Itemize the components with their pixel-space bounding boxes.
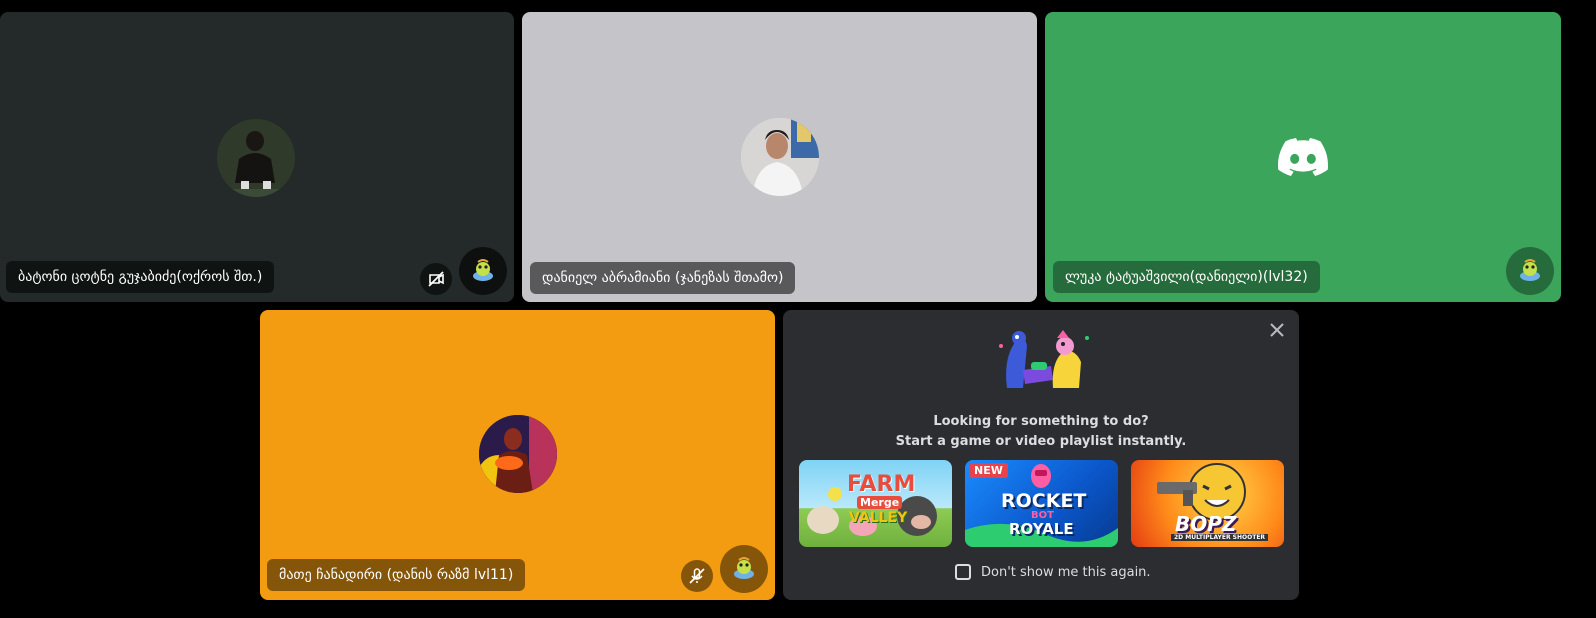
game-activity-icon[interactable] bbox=[459, 247, 507, 295]
participant-tile-2[interactable]: დანიელ აბრამიანი (ჯანეზას შთამო) bbox=[522, 12, 1037, 302]
game-card-bopz[interactable]: BOPZ 2D MULTIPLAYER SHOOTER bbox=[1131, 460, 1284, 547]
dont-show-label: Don't show me this again. bbox=[981, 564, 1151, 580]
game-title-sub: 2D MULTIPLAYER SHOOTER bbox=[1171, 534, 1269, 541]
promo-title-line-2: Start a game or video playlist instantly… bbox=[895, 434, 1187, 449]
game-activity-icon[interactable] bbox=[1506, 247, 1554, 295]
participant-avatar bbox=[479, 415, 557, 493]
video-off-icon bbox=[420, 263, 452, 295]
activity-promo-panel: Looking for something to do? Start a gam… bbox=[783, 310, 1299, 600]
close-button[interactable] bbox=[1265, 318, 1289, 342]
game-title-end: ROYALE bbox=[1009, 520, 1074, 538]
game-card-rocket-bot-royale[interactable]: NEW ROCKET BOT ROYALE bbox=[965, 460, 1118, 547]
game-activity-icon[interactable] bbox=[720, 545, 768, 593]
close-icon bbox=[1270, 323, 1284, 337]
participant-avatar bbox=[217, 119, 295, 197]
participant-name: ლუკა ტატუაშვილი(დანიელი)(lvl32) bbox=[1053, 261, 1320, 293]
game-title-end: VALLEY bbox=[849, 510, 908, 526]
game-title-main: FARM bbox=[847, 472, 916, 497]
game-title-main: BOPZ bbox=[1175, 512, 1237, 536]
participant-name: დანიელ აბრამიანი (ჯანეზას შთამო) bbox=[530, 262, 796, 294]
participant-tile-3[interactable]: ლუკა ტატუაშვილი(დანიელი)(lvl32) bbox=[1045, 12, 1561, 302]
dont-show-checkbox[interactable] bbox=[955, 564, 971, 580]
promo-title-line-1: Looking for something to do? bbox=[933, 414, 1149, 429]
activity-illustration bbox=[993, 326, 1093, 394]
participant-avatar bbox=[741, 118, 819, 196]
participant-tile-4[interactable]: მათე ჩანადირი (დანის რაზმ lvl11) bbox=[260, 310, 775, 600]
muted-microphone-icon bbox=[681, 560, 713, 592]
discord-logo-icon bbox=[1278, 138, 1329, 176]
participant-name: მათე ჩანადირი (დანის რაზმ lvl11) bbox=[267, 559, 526, 591]
new-badge: NEW bbox=[969, 463, 1008, 478]
game-title-main: ROCKET bbox=[1001, 490, 1087, 512]
game-card-farm-merge-valley[interactable]: FARM Merge VALLEY bbox=[799, 460, 952, 547]
promo-title: Looking for something to do? Start a gam… bbox=[783, 412, 1299, 452]
participant-tile-1[interactable]: ბატონი ცოტნე გუჯაბიძე(ოქროს შთ.) bbox=[0, 12, 514, 302]
dont-show-again[interactable]: Don't show me this again. bbox=[955, 564, 1151, 580]
game-title-sub: Merge bbox=[857, 496, 903, 509]
participant-name: ბატონი ცოტნე გუჯაბიძე(ოქროს შთ.) bbox=[6, 261, 275, 293]
